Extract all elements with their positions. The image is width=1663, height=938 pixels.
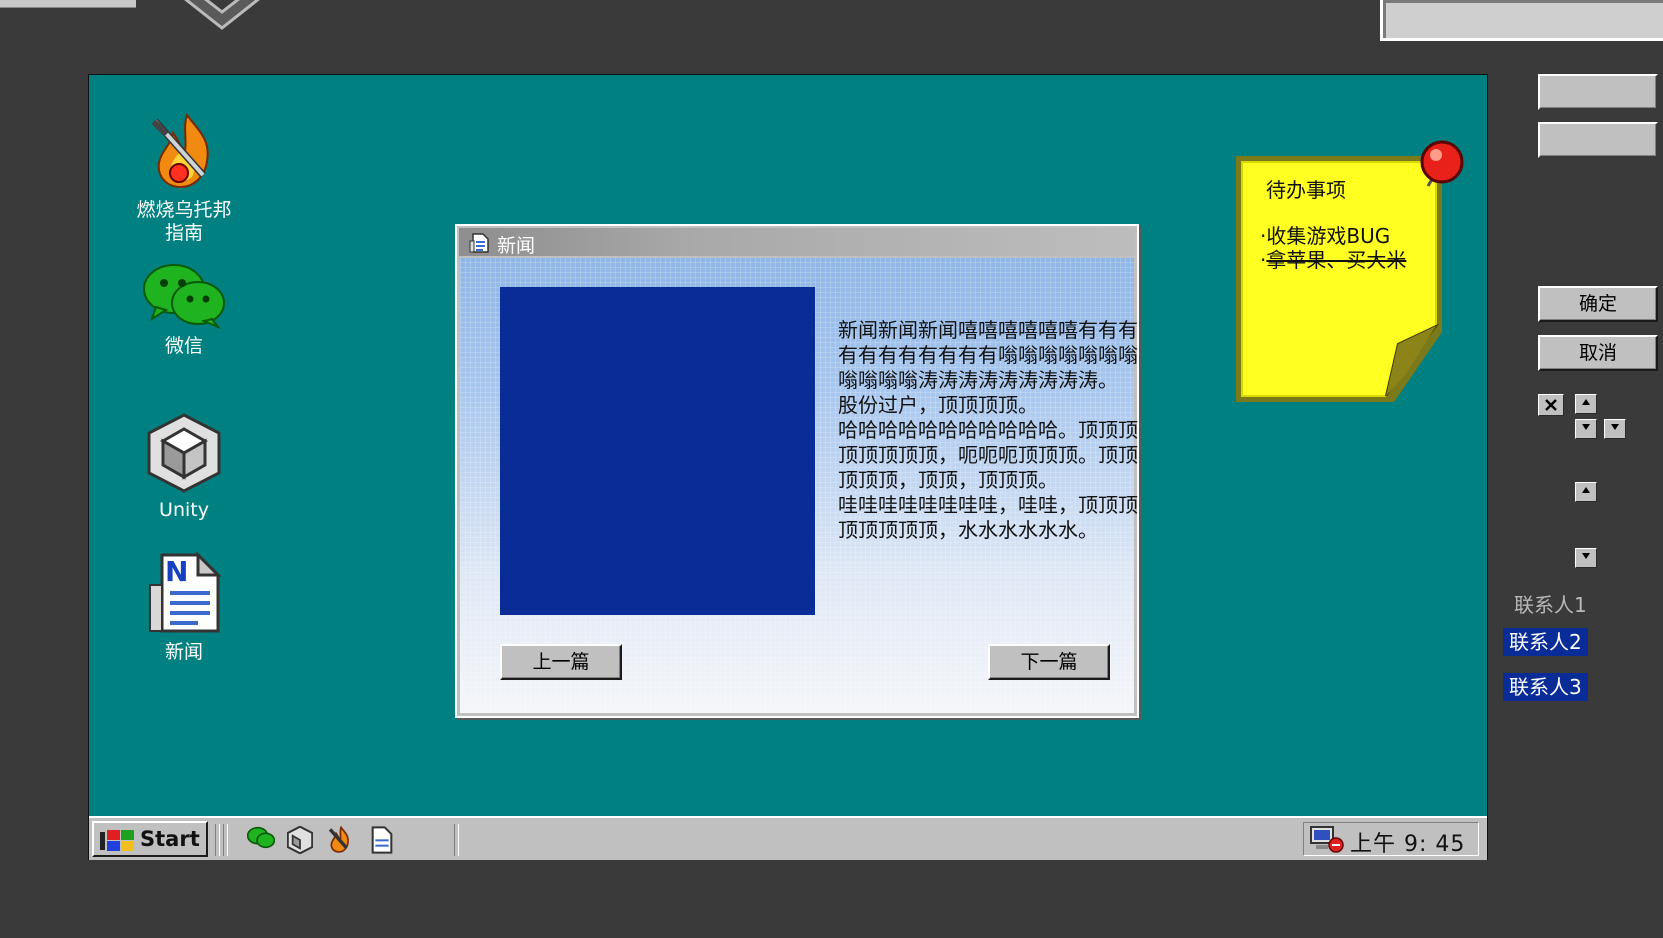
icon-label: 微信	[164, 335, 203, 357]
todo-item-text: 拿苹果、买大米	[1266, 248, 1407, 272]
taskbar-wechat-icon[interactable]	[246, 826, 276, 854]
windows-flag-icon	[100, 830, 134, 851]
icon-label: 新闻	[164, 641, 203, 663]
taskbar: Start 上午 9: 45	[89, 816, 1487, 860]
desktop-icon-burning-utopia[interactable]: 燃烧乌托邦 指南	[109, 111, 259, 245]
icon-label-line2: 指南	[164, 222, 203, 244]
sticky-note-title: 待办事项	[1266, 178, 1346, 202]
contact-list-item-selected[interactable]: 联系人3	[1503, 673, 1588, 701]
taskbar-separator	[454, 824, 459, 856]
desktop-icon-wechat[interactable]: 微信	[109, 263, 259, 358]
sticky-note[interactable]: 待办事项 ·收集游戏BUG ·拿苹果、买大米	[1236, 140, 1464, 411]
close-icon[interactable]	[1538, 394, 1564, 416]
network-monitor-icon[interactable]	[1310, 825, 1344, 853]
todo-item-done: ·拿苹果、买大米	[1260, 248, 1407, 272]
scroll-down-icon[interactable]	[1575, 548, 1597, 568]
news-article-text: 新闻新闻新闻嘻嘻嘻嘻嘻嘻有有有有有有有有有有有嗡嗡嗡嗡嗡嗡嗡嗡嗡嗡嗡涛涛涛涛涛涛…	[838, 318, 1138, 543]
news-window: 新闻 新闻新闻新闻嘻嘻嘻嘻嘻嘻有有有有有有有有有有有嗡嗡嗡嗡嗡嗡嗡嗡嗡嗡嗡涛涛涛…	[455, 224, 1139, 718]
news-document-icon: N	[149, 551, 222, 633]
down-arrow-icon	[180, 0, 264, 30]
previous-article-button[interactable]: 上一篇	[500, 644, 622, 680]
scroll-down-icon[interactable]	[1575, 419, 1597, 439]
cancel-button[interactable]: 取消	[1538, 335, 1658, 371]
burning-sword-icon	[151, 112, 209, 189]
confirm-button[interactable]: 确定	[1538, 286, 1658, 322]
right-panel-bar-2[interactable]	[1538, 122, 1658, 158]
taskbar-separator	[215, 824, 220, 856]
contact-list-item[interactable]: 联系人1	[1508, 591, 1593, 619]
news-paragraph: 哈哈哈哈哈哈哈哈哈哈哈。顶顶顶顶顶顶顶顶，呃呃呃顶顶顶。顶顶顶顶顶，顶顶，顶顶顶…	[838, 418, 1138, 492]
news-paragraph: 新闻新闻新闻嘻嘻嘻嘻嘻嘻有有有有有有有有有有有嗡嗡嗡嗡嗡嗡嗡嗡嗡嗡嗡涛涛涛涛涛涛…	[838, 318, 1138, 392]
news-image	[500, 287, 815, 615]
wechat-icon	[143, 264, 225, 329]
contact-list-item-selected[interactable]: 联系人2	[1503, 628, 1588, 656]
taskbar-burning-sword-icon[interactable]	[327, 825, 355, 854]
taskbar-unity-icon[interactable]	[286, 825, 315, 855]
top-bar-stub	[0, 0, 136, 8]
news-window-title: 新闻	[497, 235, 536, 257]
scroll-up-icon[interactable]	[1575, 482, 1597, 502]
scroll-up-icon[interactable]	[1575, 394, 1597, 414]
svg-text:N: N	[165, 555, 188, 588]
news-paragraph: 股份过户，顶顶顶顶。	[838, 393, 1038, 417]
dropdown-chevron-icon[interactable]	[1604, 419, 1626, 439]
icon-label: Unity	[159, 499, 209, 521]
taskbar-separator	[223, 824, 228, 856]
start-label: Start	[140, 827, 200, 851]
clock: 上午 9: 45	[1350, 832, 1466, 857]
desktop-icon-news[interactable]: N 新闻	[109, 551, 259, 664]
news-window-titlebar[interactable]: 新闻	[459, 228, 1135, 257]
icon-label-line1: 燃烧乌托邦	[136, 199, 232, 221]
taskbar-news-icon[interactable]	[367, 826, 395, 854]
desktop-icon-unity[interactable]: Unity	[109, 413, 259, 522]
right-panel-bar-1[interactable]	[1538, 74, 1658, 110]
news-document-icon	[469, 233, 489, 253]
next-article-button[interactable]: 下一篇	[988, 644, 1110, 680]
news-paragraph: 哇哇哇哇哇哇哇哇，哇哇，顶顶顶顶顶顶顶顶，水水水水水水。	[838, 493, 1138, 542]
news-window-body: 新闻新闻新闻嘻嘻嘻嘻嘻嘻有有有有有有有有有有有嗡嗡嗡嗡嗡嗡嗡嗡嗡嗡嗡涛涛涛涛涛涛…	[460, 258, 1138, 713]
unity-icon	[147, 413, 221, 493]
system-tray: 上午 9: 45	[1303, 822, 1479, 857]
push-pin-icon	[1420, 140, 1464, 187]
start-button[interactable]: Start	[92, 821, 208, 857]
top-input-field[interactable]	[1380, 0, 1663, 41]
